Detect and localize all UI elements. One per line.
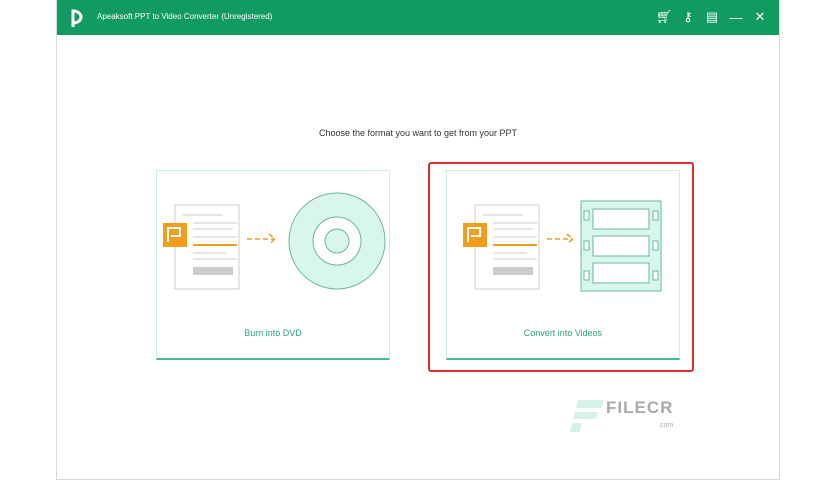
burn-dvd-option[interactable]: Burn into DVD <box>156 170 390 360</box>
title-bar: Apeaksoft PPT to Video Converter (Unregi… <box>57 0 779 35</box>
watermark-logo-icon <box>570 400 604 432</box>
app-logo-icon <box>71 9 83 27</box>
key-icon[interactable]: ⚷ <box>681 9 695 25</box>
watermark-brand: FILECR <box>606 398 674 417</box>
format-prompt: Choose the format you want to get from y… <box>318 128 518 138</box>
selection-highlight <box>428 162 694 372</box>
close-icon[interactable]: ✕ <box>753 9 767 25</box>
window-title: Apeaksoft PPT to Video Converter (Unregi… <box>97 12 273 21</box>
feedback-icon[interactable]: ▤ <box>705 9 719 25</box>
cart-icon[interactable]: 🛒︎ <box>656 9 673 25</box>
watermark: FILECR .com <box>570 398 673 439</box>
watermark-suffix: .com <box>658 422 674 429</box>
minimize-icon[interactable]: — <box>729 9 743 25</box>
burn-dvd-label: Burn into DVD <box>244 328 302 338</box>
